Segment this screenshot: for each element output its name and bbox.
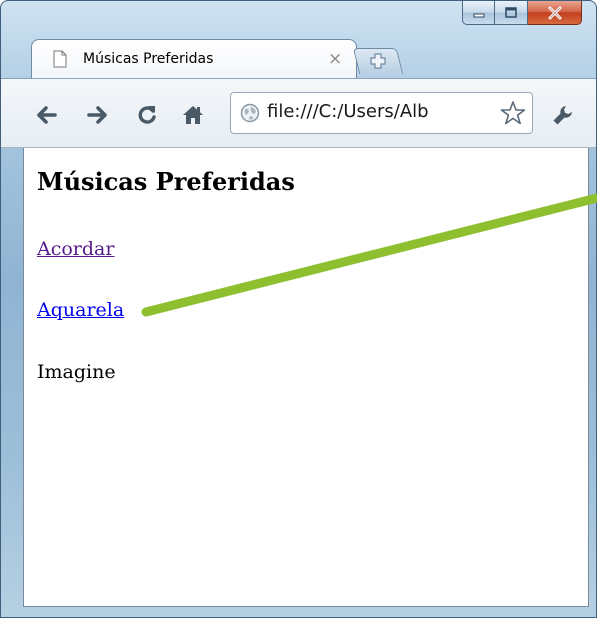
home-button[interactable] <box>181 103 205 127</box>
minimize-icon <box>473 13 484 17</box>
url-text: file:///C:/Users/Alb <box>267 101 429 122</box>
wrench-icon <box>553 106 572 125</box>
forward-arrow-icon <box>87 106 107 124</box>
page-heading: Músicas Preferidas <box>37 167 295 196</box>
forward-button[interactable] <box>86 103 110 127</box>
link-aquarela[interactable]: Aquarela <box>37 299 124 321</box>
tab-title: Músicas Preferidas <box>83 51 214 67</box>
page-icon <box>53 50 67 68</box>
tab-close-button[interactable]: × <box>328 49 342 69</box>
maximize-icon <box>505 6 517 18</box>
close-window-button[interactable] <box>528 1 582 25</box>
tab-strip: Músicas Preferidas × <box>1 35 596 79</box>
settings-wrench-button[interactable] <box>551 103 575 127</box>
browser-window: Músicas Preferidas × file:///C:/Users/Al… <box>0 0 597 618</box>
browser-toolbar: file:///C:/Users/Alb <box>1 78 596 148</box>
back-arrow-icon <box>37 106 57 124</box>
star-icon[interactable] <box>500 100 526 126</box>
reload-icon <box>138 106 156 124</box>
link-acordar[interactable]: Acordar <box>37 238 114 260</box>
globe-icon <box>240 103 260 123</box>
window-controls <box>462 1 582 27</box>
reload-button[interactable] <box>135 103 159 127</box>
page-content: Músicas Preferidas Acordar Aquarela Imag… <box>23 148 589 607</box>
text-imagine: Imagine <box>37 361 116 383</box>
close-icon <box>548 6 561 19</box>
back-button[interactable] <box>34 103 58 127</box>
address-bar[interactable]: file:///C:/Users/Alb <box>230 92 533 134</box>
maximize-button[interactable] <box>495 1 528 25</box>
home-icon <box>183 106 203 124</box>
plus-icon <box>370 53 386 69</box>
minimize-button[interactable] <box>462 1 495 25</box>
tab-musicas-preferidas[interactable]: Músicas Preferidas × <box>31 39 357 79</box>
